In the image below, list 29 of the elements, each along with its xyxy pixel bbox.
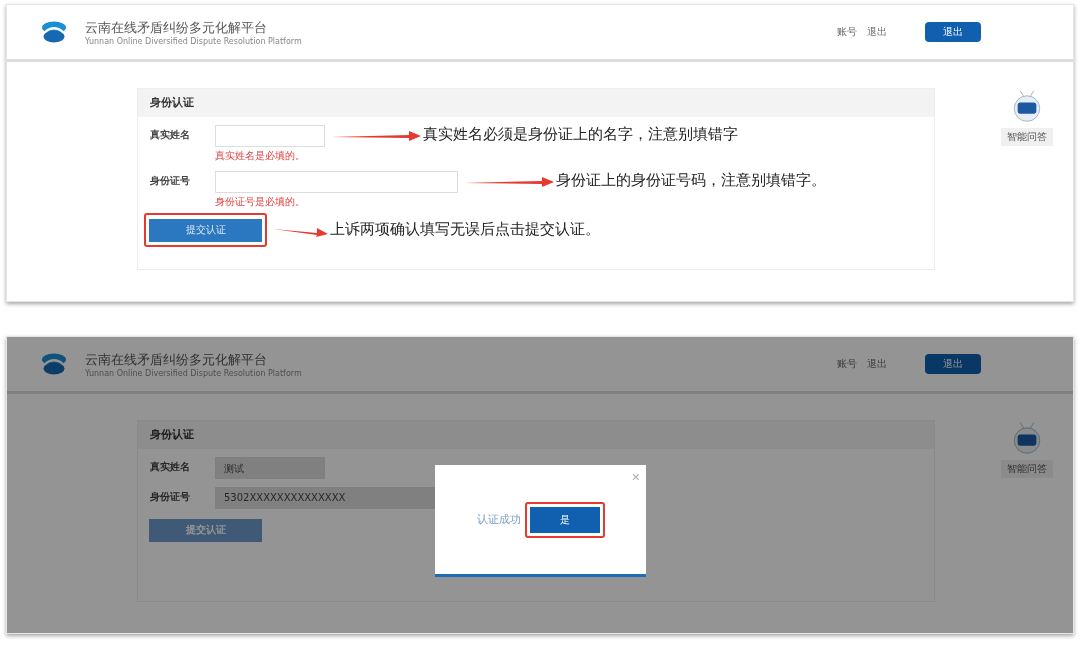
logout-button[interactable]: 退出 <box>925 22 981 42</box>
widget-label[interactable]: 智能问答 <box>1001 128 1053 146</box>
field-label: 身份证号 <box>150 174 191 188</box>
header-link[interactable]: 退出 <box>867 357 887 371</box>
input-field[interactable] <box>215 171 458 193</box>
logout-button[interactable]: 退出 <box>925 354 981 374</box>
card-title: 身份认证 <box>138 421 934 449</box>
field-label: 身份证号 <box>150 490 191 504</box>
header-link[interactable]: 退出 <box>867 25 887 39</box>
site-subtitle: Yunnan Online Diversified Dispute Resolution Platform <box>85 368 302 378</box>
dialog-message: 认证成功 <box>476 512 521 527</box>
site-title: 云南在线矛盾纠纷多元化解平台 <box>85 350 268 369</box>
error-message: 身份证号是必填的。 <box>215 195 306 209</box>
site-subtitle: Yunnan Online Diversified Dispute Resolution Platform <box>85 36 302 46</box>
header-link[interactable]: 账号 <box>837 25 857 39</box>
field-label: 真实姓名 <box>150 128 191 142</box>
widget-label[interactable]: 智能问答 <box>1001 460 1053 478</box>
field-label: 真实姓名 <box>150 460 191 474</box>
close-button[interactable]: × <box>631 469 640 485</box>
card-title: 身份认证 <box>138 89 934 117</box>
annotation-text: 上诉两项确认填写无误后点击提交认证。 <box>330 220 600 240</box>
submit-button[interactable]: 提交认证 <box>149 218 262 242</box>
annotation-text: 身份证上的身份证号码，注意别填错字。 <box>556 171 826 190</box>
site-title: 云南在线矛盾纠纷多元化解平台 <box>85 18 268 37</box>
annotation-text: 真实姓名必须是身份证上的名字，注意别填错字 <box>423 125 738 144</box>
header-link[interactable]: 账号 <box>837 357 857 371</box>
error-message: 真实姓名是必填的。 <box>215 149 306 163</box>
confirm-button[interactable]: 是 <box>529 506 600 533</box>
input-field[interactable] <box>215 125 325 147</box>
